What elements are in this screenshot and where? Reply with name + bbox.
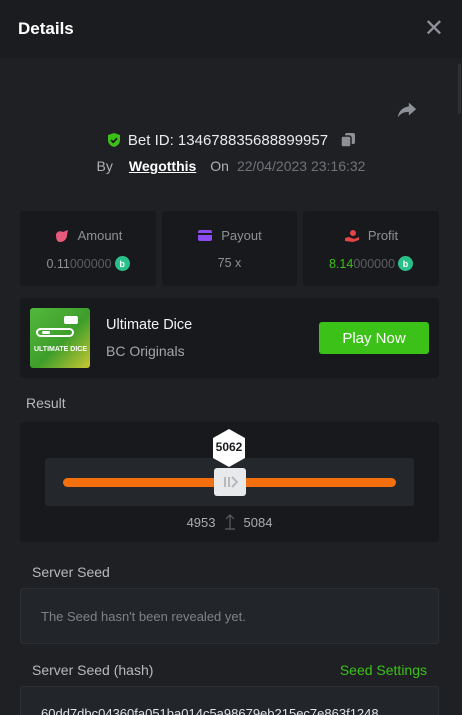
range-low: 4953 xyxy=(186,514,216,530)
thumb-slider-graphic xyxy=(36,328,74,337)
arrow-up-icon xyxy=(224,514,235,530)
game-thumbnail[interactable]: ULTIMATE DICE xyxy=(30,308,90,368)
stat-amount-value-trailing: 000000 xyxy=(69,256,112,271)
seed-settings-link[interactable]: Seed Settings xyxy=(340,662,427,678)
result-slider-handle[interactable] xyxy=(214,468,246,496)
close-icon[interactable]: ✕ xyxy=(424,17,444,41)
server-seed-label: Server Seed xyxy=(32,564,110,580)
game-name: Ultimate Dice xyxy=(106,317,193,333)
hand-coin-icon xyxy=(344,229,359,242)
stat-payout-value: 75 x xyxy=(217,256,242,270)
scrollbar-thumb[interactable] xyxy=(458,64,461,114)
play-now-button[interactable]: Play Now xyxy=(319,322,429,354)
username-link[interactable]: Wegotthis xyxy=(129,158,196,174)
bet-date: 22/04/2023 23:16:32 xyxy=(236,158,366,174)
thumb-title: ULTIMATE DICE xyxy=(34,346,88,353)
verified-shield-icon xyxy=(107,133,120,147)
stat-profit-value-trailing: 000000 xyxy=(353,256,396,271)
money-bag-icon xyxy=(55,229,68,242)
server-seed-message: The Seed hasn't been revealed yet. xyxy=(41,609,246,624)
stat-payout: Payout 75 x xyxy=(162,211,297,286)
game-card: ULTIMATE DICE Ultimate Dice BC Originals… xyxy=(20,298,439,378)
on-label: On xyxy=(210,158,229,174)
stat-payout-label: Payout xyxy=(221,228,262,243)
modal-header: Details ✕ xyxy=(0,0,462,58)
result-value-badge: 5062 xyxy=(212,428,246,468)
server-seed-hash-label: Server Seed (hash) xyxy=(32,662,154,678)
stat-amount: Amount 0.11 000000 b xyxy=(20,211,156,286)
server-seed-hash-box: 60dd7dbc04360fa051ba014c5a98679eb215ec7e… xyxy=(20,686,439,715)
thumb-tag xyxy=(64,316,78,324)
copy-icon[interactable] xyxy=(340,132,356,148)
result-value: 5062 xyxy=(215,440,243,454)
drag-handle-icon xyxy=(224,476,238,488)
stat-profit: Profit 8.14 000000 b xyxy=(303,211,439,286)
bc-coin-icon: b xyxy=(398,256,414,271)
result-card: 5062 4953 5084 xyxy=(20,422,439,542)
server-seed-box: The Seed hasn't been revealed yet. xyxy=(20,588,439,644)
modal-title: Details xyxy=(18,19,74,38)
result-label: Result xyxy=(26,395,66,411)
bet-id: Bet ID: 134678835688899957 xyxy=(127,131,329,149)
stat-profit-value: 8.14 xyxy=(328,256,354,271)
by-label: By xyxy=(96,158,113,174)
bet-id-row: Bet ID: 134678835688899957 xyxy=(0,128,462,152)
bc-coin-icon: b xyxy=(114,256,130,271)
wallet-icon xyxy=(198,230,213,241)
server-seed-hash[interactable]: 60dd7dbc04360fa051ba014c5a98679eb215ec7e… xyxy=(41,706,379,715)
range-high: 5084 xyxy=(243,514,273,530)
share-icon[interactable] xyxy=(396,99,418,121)
bet-author-row: By Wegotthis On 22/04/2023 23:16:32 xyxy=(0,155,462,177)
stat-profit-label: Profit xyxy=(367,228,399,243)
stat-amount-value: 0.11 xyxy=(46,256,70,271)
stat-amount-label: Amount xyxy=(77,228,123,243)
game-provider: BC Originals xyxy=(106,343,185,359)
result-range: 4953 5084 xyxy=(20,514,439,530)
